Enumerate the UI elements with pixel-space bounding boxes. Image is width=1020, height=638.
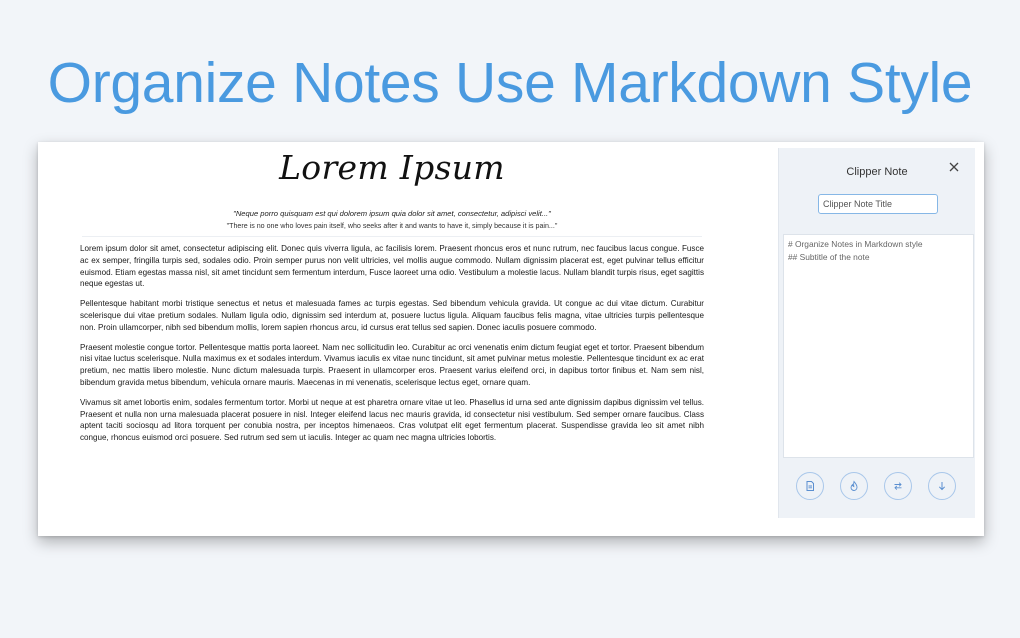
- article-quote-translation: "There is no one who loves pain itself, …: [226, 222, 558, 230]
- note-body-textarea[interactable]: # Organize Notes in Markdown style ## Su…: [783, 234, 974, 458]
- clipper-note-panel: Clipper Note # Organize Notes in Markdow…: [778, 148, 975, 518]
- panel-toolbar: [779, 472, 975, 502]
- panel-title: Clipper Note: [846, 166, 908, 178]
- close-button[interactable]: [947, 160, 961, 174]
- download-button[interactable]: [928, 472, 956, 500]
- fire-icon: [850, 480, 858, 491]
- browser-window: Lorem Ipsum "Neque porro quisquam est qu…: [38, 142, 984, 536]
- page-headline: Organize Notes Use Markdown Style: [47, 51, 973, 115]
- article-content: Lorem Ipsum "Neque porro quisquam est qu…: [80, 142, 704, 536]
- article-divider: [82, 236, 702, 237]
- article-paragraph: Pellentesque habitant morbi tristique se…: [80, 299, 704, 332]
- document-icon: [806, 481, 814, 491]
- swap-icon: [894, 482, 902, 490]
- save-document-button[interactable]: [796, 472, 824, 500]
- article-quote: "Neque porro quisquam est qui dolorem ip…: [233, 209, 551, 218]
- article-paragraph: Lorem ipsum dolor sit amet, consectetur …: [80, 244, 704, 289]
- article-paragraph: Vivamus sit amet lobortis enim, sodales …: [80, 397, 704, 443]
- note-title-input[interactable]: [818, 194, 938, 214]
- article-paragraph: Praesent molestie congue tortor. Pellent…: [80, 342, 704, 387]
- article-title: Lorem Ipsum: [279, 148, 505, 187]
- download-icon: [938, 482, 946, 491]
- close-icon: [949, 162, 959, 172]
- hot-button[interactable]: [840, 472, 868, 500]
- swap-button[interactable]: [884, 472, 912, 500]
